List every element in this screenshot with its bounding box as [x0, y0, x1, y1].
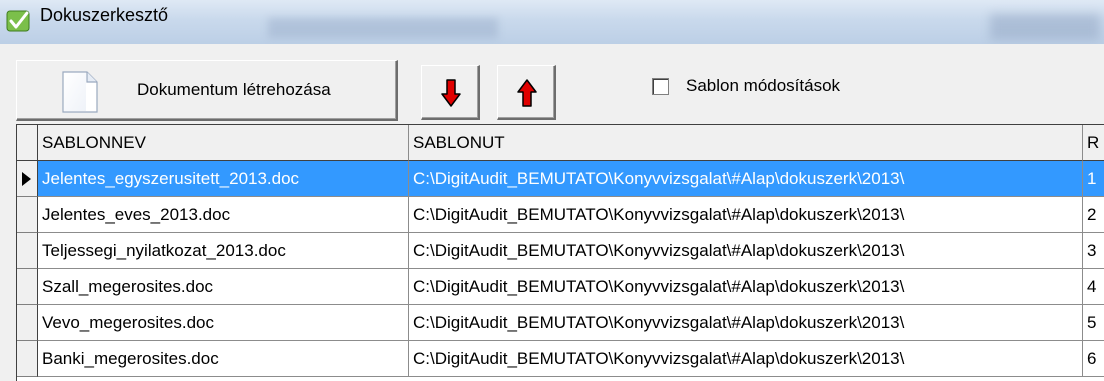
cell-r[interactable]: 1	[1083, 161, 1104, 197]
cell-path[interactable]: C:\DigitAudit_BEMUTATO\Konyvvizsgalat\#A…	[409, 341, 1083, 377]
column-header-sablonut[interactable]: SABLONUT	[409, 125, 1083, 161]
cell-r[interactable]: 4	[1083, 269, 1104, 305]
cell-r[interactable]: 5	[1083, 305, 1104, 341]
blurred-background	[990, 14, 1100, 40]
table-row[interactable]: Banki_megerosites.doc C:\DigitAudit_BEMU…	[17, 341, 1104, 377]
row-indicator	[17, 341, 38, 377]
document-icon	[62, 71, 98, 113]
cell-name[interactable]: Szall_megerosites.doc	[38, 269, 409, 305]
cell-name[interactable]: Jelentes_eves_2013.doc	[38, 197, 409, 233]
title-bar: Dokuszerkesztő	[0, 0, 1104, 44]
table-row[interactable]: Jelentes_eves_2013.doc C:\DigitAudit_BEM…	[17, 197, 1104, 233]
row-indicator	[17, 197, 38, 233]
window-title: Dokuszerkesztő	[40, 5, 169, 25]
cell-name[interactable]: Banki_megerosites.doc	[38, 341, 409, 377]
cell-r[interactable]: 2	[1083, 197, 1104, 233]
row-indicator	[17, 269, 38, 305]
cell-name[interactable]: Vevo_megerosites.doc	[38, 305, 409, 341]
cell-r[interactable]: 6	[1083, 341, 1104, 377]
cell-name[interactable]: Teljessegi_nyilatkozat_2013.doc	[38, 233, 409, 269]
red-up-arrow-icon	[517, 79, 537, 107]
table-row[interactable]: Teljessegi_nyilatkozat_2013.doc C:\Digit…	[17, 233, 1104, 269]
move-up-button[interactable]	[497, 65, 556, 120]
header-indicator	[17, 125, 38, 161]
table-row[interactable]: Vevo_megerosites.doc C:\DigitAudit_BEMUT…	[17, 305, 1104, 341]
checkbox-box[interactable]	[652, 78, 669, 95]
template-grid: SABLONNEV SABLONUT R Jelentes_egyszerusi…	[16, 124, 1104, 381]
cell-name[interactable]: Jelentes_egyszerusitett_2013.doc	[38, 161, 409, 197]
cell-path[interactable]: C:\DigitAudit_BEMUTATO\Konyvvizsgalat\#A…	[409, 233, 1083, 269]
create-document-label: Dokumentum létrehozása	[137, 80, 331, 99]
column-header-sablonnev[interactable]: SABLONNEV	[38, 125, 409, 161]
cell-r[interactable]: 3	[1083, 233, 1104, 269]
column-header-r[interactable]: R	[1083, 125, 1104, 161]
current-row-icon	[22, 172, 31, 186]
cell-path[interactable]: C:\DigitAudit_BEMUTATO\Konyvvizsgalat\#A…	[409, 161, 1083, 197]
row-indicator	[17, 161, 38, 197]
checkbox-label: Sablon módosítások	[686, 76, 841, 95]
table-row[interactable]: Szall_megerosites.doc C:\DigitAudit_BEMU…	[17, 269, 1104, 305]
red-down-arrow-icon	[441, 79, 461, 107]
grid-header: SABLONNEV SABLONUT R	[17, 125, 1104, 161]
cell-path[interactable]: C:\DigitAudit_BEMUTATO\Konyvvizsgalat\#A…	[409, 305, 1083, 341]
move-down-button[interactable]	[421, 65, 480, 120]
blurred-background	[268, 18, 498, 38]
app-check-icon	[6, 10, 30, 32]
cell-path[interactable]: C:\DigitAudit_BEMUTATO\Konyvvizsgalat\#A…	[409, 269, 1083, 305]
table-row[interactable]: Jelentes_egyszerusitett_2013.doc C:\Digi…	[17, 161, 1104, 197]
cell-path[interactable]: C:\DigitAudit_BEMUTATO\Konyvvizsgalat\#A…	[409, 197, 1083, 233]
create-document-button[interactable]: Dokumentum létrehozása	[16, 60, 398, 121]
row-indicator	[17, 233, 38, 269]
row-indicator	[17, 305, 38, 341]
toolbar: Dokumentum létrehozása Sablon módosításo…	[0, 44, 1104, 124]
